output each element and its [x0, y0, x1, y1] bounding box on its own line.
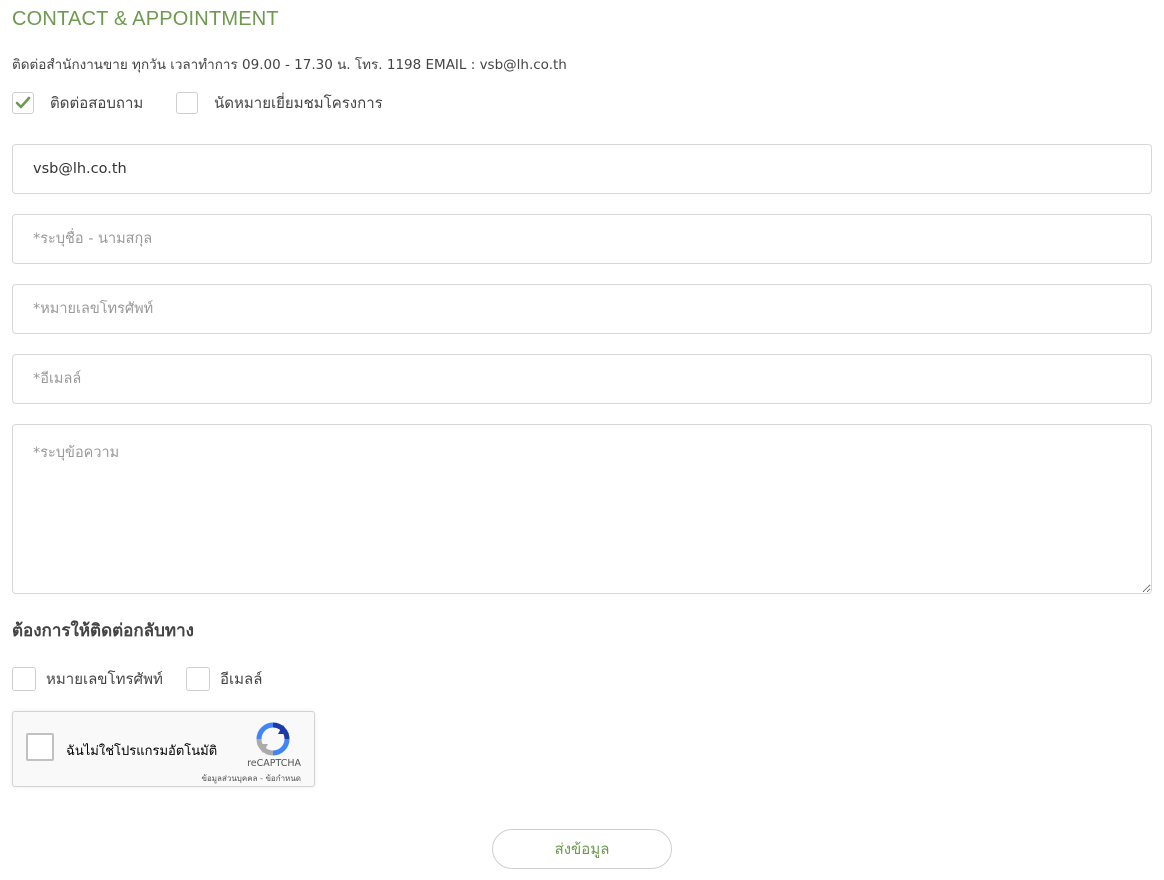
check-icon — [15, 96, 31, 109]
callback-option-phone[interactable]: หมายเลขโทรศัพท์ — [12, 667, 163, 691]
callback-phone-checkbox[interactable] — [12, 667, 36, 691]
recaptcha-terms-link[interactable]: ข้อมูลส่วนบุคคล - ข้อกำหนด — [202, 772, 302, 785]
visit-label: นัดหมายเยี่ยมชมโครงการ — [214, 94, 383, 112]
page-title: CONTACT & APPOINTMENT — [12, 8, 279, 30]
message-field[interactable] — [12, 424, 1152, 594]
recaptcha-widget: ฉันไม่ใช่โปรแกรมอัตโนมัติ reCAPTCHA ข้อม… — [12, 711, 315, 787]
contact-form-page: CONTACT & APPOINTMENT ติดต่อสำนักงานขาย … — [0, 0, 1164, 880]
option-inquiry[interactable]: ติดต่อสอบถาม — [12, 91, 143, 115]
recaptcha-brand: reCAPTCHA — [247, 758, 301, 769]
callback-heading: ต้องการให้ติดต่อกลับทาง — [12, 621, 194, 641]
visit-checkbox[interactable] — [176, 92, 198, 114]
recaptcha-logo-icon — [256, 722, 290, 756]
callback-option-email[interactable]: อีเมลล์ — [186, 667, 262, 691]
contact-info-text: ติดต่อสำนักงานขาย ทุกวัน เวลาทำการ 09.00… — [12, 57, 567, 73]
phone-field[interactable] — [12, 284, 1152, 334]
inquiry-checkbox[interactable] — [12, 92, 34, 114]
recaptcha-checkbox[interactable] — [26, 733, 54, 761]
submit-button[interactable]: ส่งข้อมูล — [492, 829, 672, 869]
name-field[interactable] — [12, 214, 1152, 264]
recaptcha-label: ฉันไม่ใช่โปรแกรมอัตโนมัติ — [66, 744, 218, 759]
callback-email-checkbox[interactable] — [186, 667, 210, 691]
option-visit[interactable]: นัดหมายเยี่ยมชมโครงการ — [176, 91, 383, 115]
callback-phone-label: หมายเลขโทรศัพท์ — [46, 670, 163, 688]
inquiry-label: ติดต่อสอบถาม — [50, 94, 144, 112]
callback-email-label: อีเมลล์ — [220, 670, 263, 688]
project-email-field[interactable] — [12, 144, 1152, 194]
email-field[interactable] — [12, 354, 1152, 404]
